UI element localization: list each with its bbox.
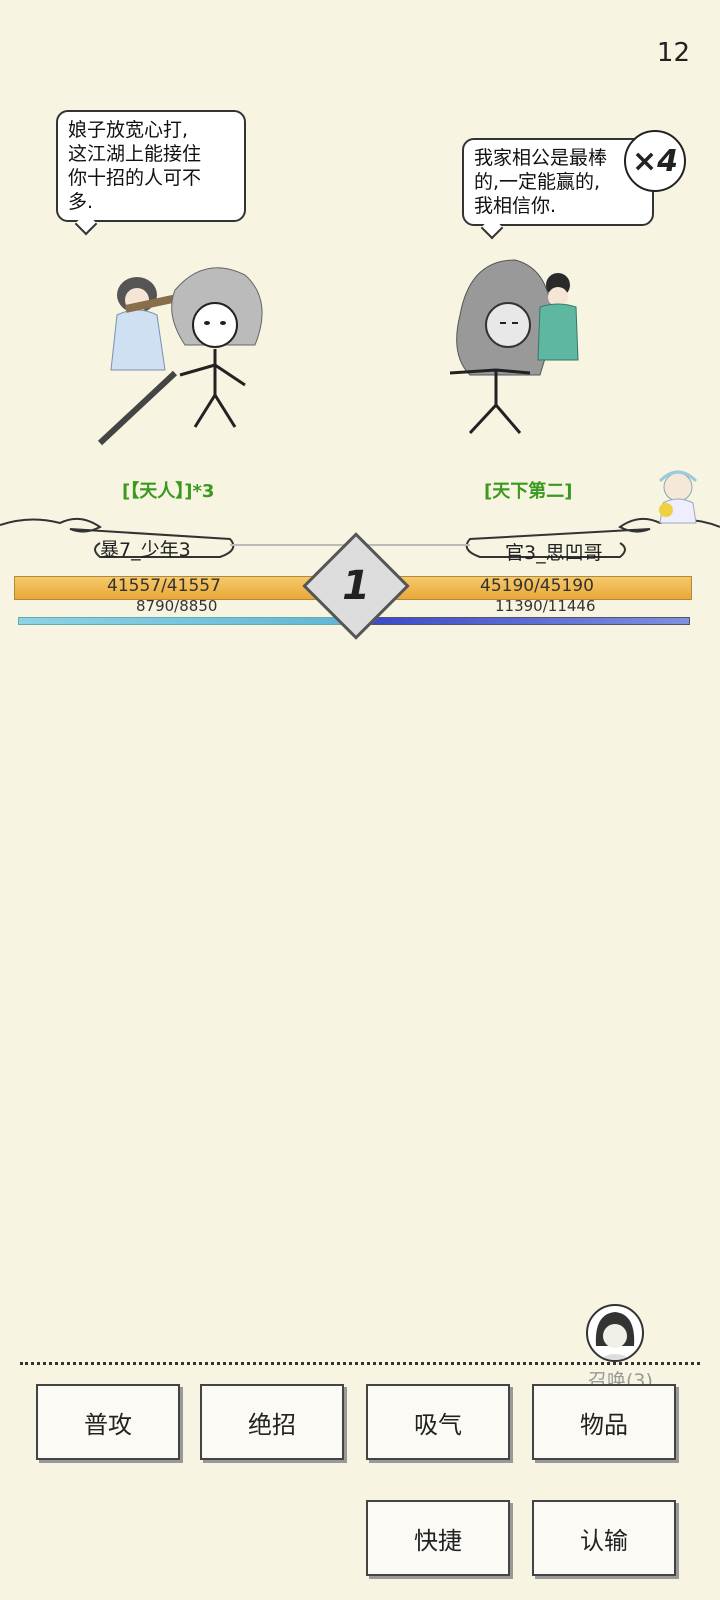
left-hp-text: 41557/41557 [107,576,221,596]
left-speech-bubble: 娘子放宽心打, 这江湖上能接住 你十招的人可不 多. [56,110,246,236]
left-player-name: 暴7_少年3 [100,539,191,561]
right-speech-line-3: 我相信你. [474,195,557,217]
speed-x4-icon[interactable]: ×4 [624,130,686,192]
right-hp-text: 45190/45190 [480,576,594,596]
right-mp-text: 11390/11446 [495,597,596,615]
round-number: 1 [342,563,370,609]
left-fighter-sprite [97,267,263,446]
action-divider [20,1362,700,1365]
left-mp-text: 8790/8850 [136,597,218,615]
right-mp-bar [362,617,690,625]
right-speech-line-2: 的,一定能赢的, [474,171,601,193]
right-player-name: 官3_思凹哥 [505,542,603,564]
right-fighter-sprite [449,259,579,435]
attack-button[interactable]: 普攻 [36,1384,180,1460]
right-speech-line-1: 我家相公是最棒 [474,147,608,169]
left-speech-line-3: 你十招的人可不 [68,167,202,189]
items-button[interactable]: 物品 [532,1384,676,1460]
left-speech-line-2: 这江湖上能接住 [68,143,202,165]
left-speech-line-4: 多. [68,191,94,213]
left-fighter-title: [【天人】]*3 [122,481,215,502]
opponent-spirit-icon [648,465,708,525]
turn-timer: 12 [656,38,690,68]
right-stick-fighter [449,259,553,435]
right-fighter-title: [天下第二] [484,481,573,502]
summon-avatar-icon[interactable] [586,1304,644,1362]
absorb-button[interactable]: 吸气 [366,1384,510,1460]
left-speech-line-1: 娘子放宽心打, [68,119,189,141]
left-mp-bar [18,617,360,625]
surrender-button[interactable]: 认输 [532,1500,676,1576]
ultimate-button[interactable]: 绝招 [200,1384,344,1460]
shortcut-button[interactable]: 快捷 [366,1500,510,1576]
